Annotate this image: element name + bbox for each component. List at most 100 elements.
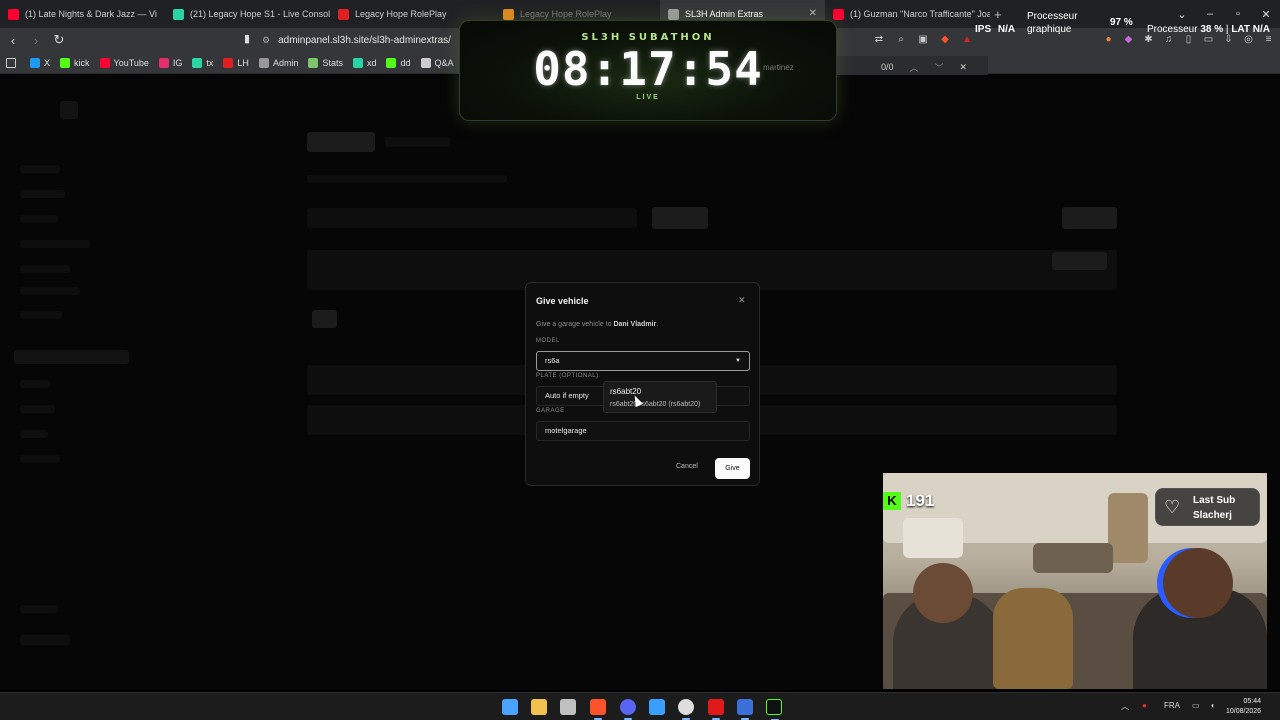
last-sub-name: Slacherj [1193, 510, 1232, 521]
chevron-down-icon[interactable]: ▼ [735, 352, 741, 370]
discord-icon[interactable] [620, 699, 636, 720]
reload-icon[interactable]: ↻ [49, 32, 69, 48]
find-close-icon[interactable]: ✕ [960, 62, 968, 73]
legacy-hope-icon [338, 8, 349, 20]
model-label: MODEL [536, 338, 560, 344]
bookmark-lh[interactable]: LH [223, 57, 249, 68]
terminal-icon[interactable] [766, 699, 782, 720]
give-button[interactable]: Give [715, 458, 750, 479]
extension-icon[interactable]: ◆ [1120, 31, 1137, 49]
tab [385, 137, 450, 147]
bookmark-tx[interactable]: tx [192, 57, 213, 68]
sidebar-item [20, 165, 60, 173]
forward-icon[interactable]: › [26, 33, 46, 48]
model-select[interactable]: rs6a ▼ [536, 351, 750, 371]
bookmark-stats[interactable]: Stats [308, 57, 343, 68]
tab-late-nights[interactable]: (1) Late Nights & Dark Jazz — Vi [0, 0, 165, 28]
admin-icon [258, 57, 269, 68]
brave-icon[interactable] [590, 699, 606, 720]
legacy-hope-icon [503, 8, 514, 20]
minimize-icon[interactable]: – [1196, 8, 1224, 20]
photos-icon[interactable] [649, 699, 665, 715]
head-right [1163, 548, 1233, 618]
bookmark-label: LH [237, 57, 249, 68]
desk [1033, 543, 1113, 573]
bookmark-admin[interactable]: Admin [258, 57, 298, 68]
tab-guzman[interactable]: (1) Guzman "Narco Trafficante" Joaq [825, 0, 990, 28]
sidebar-item [20, 287, 80, 295]
sidebar-item [20, 430, 48, 438]
volume-icon[interactable]: ◖ [1210, 701, 1215, 710]
file-explorer-icon[interactable] [531, 699, 547, 715]
start-icon[interactable] [502, 699, 518, 715]
bookmark-label: xd [366, 57, 377, 68]
system-clock[interactable]: 05:44 10/08/2026 [1226, 697, 1261, 717]
plate-label: PLATE (OPTIONAL) [536, 373, 599, 379]
sidebar-item [20, 405, 55, 413]
app-icon[interactable] [560, 699, 576, 715]
tab [307, 132, 375, 152]
x-icon [30, 57, 40, 68]
zoom-icon[interactable]: ⌕ [892, 31, 910, 49]
address-bar[interactable]: ⚙ adminpanel.sl3h.site/sl3h-adminextras/ [262, 31, 482, 49]
tab-title: (1) Late Nights & Dark Jazz — Vi [25, 9, 157, 19]
language-indicator[interactable]: FRA [1164, 701, 1180, 710]
door [1108, 493, 1148, 563]
sidebar-item [20, 311, 62, 319]
clock-time: 05:44 [1243, 698, 1262, 705]
translate-icon[interactable]: ⇄ [870, 31, 888, 49]
model-suggestion[interactable]: rs6abt20 rs6abt20 rs6abt20 (rs6abt20) [603, 381, 717, 413]
cancel-button[interactable]: Cancel [676, 463, 698, 470]
display-icon[interactable]: ▭ [1192, 701, 1200, 710]
plate-placeholder: Auto if empty [545, 391, 589, 400]
qa-icon [420, 57, 431, 68]
bookmark-qa[interactable]: Q&A [420, 57, 454, 68]
rewards-icon[interactable]: ▲ [958, 31, 976, 49]
sub-count: 191 [906, 491, 935, 510]
microphone-icon[interactable]: ● [1142, 701, 1147, 710]
site-info-icon[interactable]: ⚙ [262, 35, 270, 46]
sidebar-item [20, 455, 60, 463]
maximize-icon[interactable]: ▫ [1224, 8, 1252, 20]
bookmark-ig[interactable]: IG [158, 57, 182, 68]
model-value: rs6a [545, 356, 560, 365]
toolbar-actions: ⇄ ⌕ ▣ ◆ ▲ [870, 31, 976, 49]
webcam-feed: K 191 ♡ Last Sub Slacherj [883, 473, 1267, 689]
bookmark-youtube[interactable]: YouTube [99, 57, 149, 68]
youtube-icon [8, 8, 19, 20]
bookmark-x[interactable]: X [30, 57, 51, 68]
find-count: 0/0 [881, 62, 894, 72]
bookmark-label: X [44, 57, 51, 68]
vscode-icon[interactable] [737, 699, 753, 720]
bookmark-dd[interactable]: dd [386, 57, 411, 68]
close-window-icon[interactable]: ✕ [1252, 8, 1280, 21]
close-icon[interactable]: ✕ [738, 295, 746, 306]
tab-title: Legacy Hope RolePlay [355, 9, 447, 19]
bookmark-kick[interactable]: kick [60, 57, 90, 68]
apps-grid-icon[interactable] [6, 57, 20, 68]
close-tab-icon[interactable]: ✕ [809, 8, 817, 19]
kick-icon [60, 57, 71, 68]
shield-icon[interactable]: ◆ [936, 31, 954, 49]
find-next-icon[interactable]: ﹀ [935, 61, 944, 74]
back-icon[interactable]: ‹ [3, 33, 23, 48]
kick-sub-counter: K 191 [883, 491, 934, 511]
tray-chevron-icon[interactable]: ︿ [1121, 701, 1129, 712]
extension-icon[interactable]: ● [1100, 31, 1117, 49]
tab-live-console[interactable]: (21) Legacy Hope S1 - Live Console [165, 0, 330, 28]
screenshot-icon[interactable]: ▣ [914, 31, 932, 49]
chevron-down-icon[interactable]: ⌄ [1168, 8, 1196, 21]
bookmark-label: dd [400, 57, 411, 68]
button [1062, 207, 1117, 229]
obs-icon[interactable] [678, 699, 694, 720]
tx-icon [192, 57, 203, 68]
new-tab-icon[interactable]: + [994, 7, 1002, 22]
app-red-icon[interactable] [708, 699, 724, 720]
bookmark-icon[interactable]: ▮ [244, 32, 250, 45]
sidebar-item [20, 240, 90, 248]
tab-title: (1) Guzman "Narco Trafficante" Joaq [850, 9, 990, 19]
bookmark-xd[interactable]: xd [352, 57, 377, 68]
find-prev-icon[interactable]: ︿ [910, 61, 919, 74]
garage-input[interactable]: motelgarage [536, 421, 750, 441]
chair [993, 588, 1073, 689]
